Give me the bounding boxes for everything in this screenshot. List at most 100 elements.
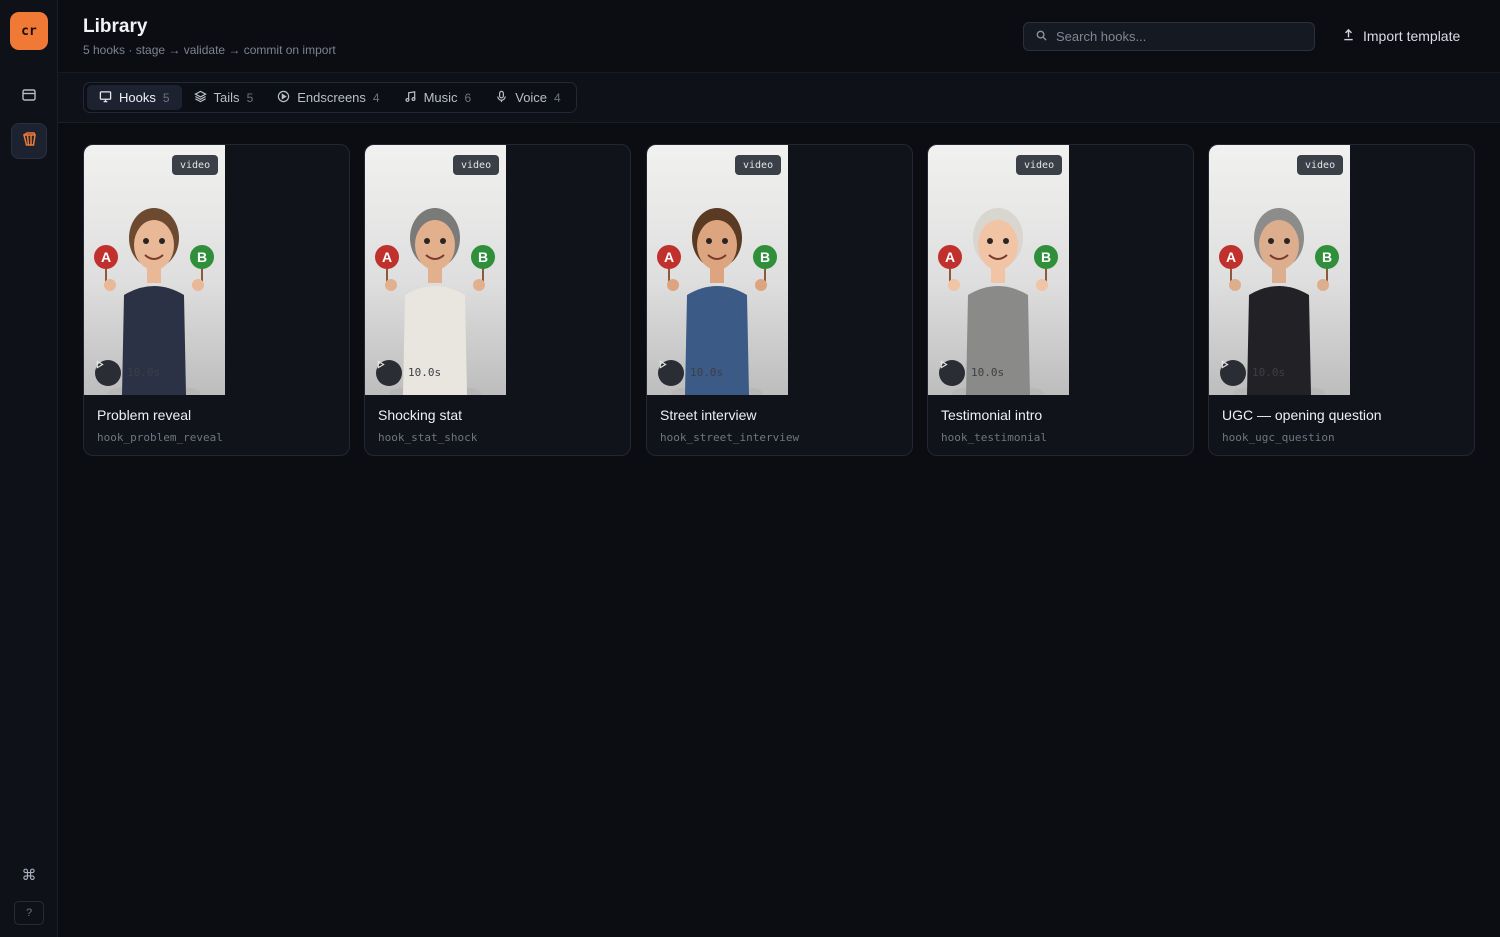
face	[1259, 220, 1299, 270]
card-id: hook_ugc_question	[1222, 431, 1335, 444]
card-id: hook_testimonial	[941, 431, 1047, 444]
right-eye	[1284, 238, 1290, 244]
sign-b-letter: B	[760, 249, 770, 265]
character-illustration: AB	[94, 208, 214, 395]
search-icon	[1036, 28, 1047, 46]
duration-label: 10.0s	[690, 366, 724, 379]
sign-a-letter: A	[382, 249, 392, 265]
tab-label: Hooks	[119, 90, 156, 105]
tab-hooks[interactable]: Hooks 5	[87, 85, 182, 110]
card-title: Problem reveal	[97, 407, 192, 423]
hook-card[interactable]: AB video 10.0s Problem reveal hook_probl…	[83, 144, 350, 456]
right-hand	[1036, 279, 1048, 291]
tab-count: 6	[464, 90, 472, 105]
command-palette-button[interactable]: ⌘	[14, 864, 44, 886]
duration-label: 10.0s	[1252, 366, 1286, 379]
face	[978, 220, 1018, 270]
play-icon	[940, 360, 948, 369]
right-eye	[159, 238, 165, 244]
left-eye	[143, 238, 149, 244]
sidebar-item-library[interactable]	[11, 123, 47, 159]
help-button[interactable]: ?	[14, 901, 44, 925]
import-template-label: Import template	[1363, 28, 1461, 44]
upload-icon	[1342, 28, 1355, 44]
app-window: cr ⌘ ? Library 5 hooks · stage → validat…	[0, 0, 1500, 937]
right-hand	[473, 279, 485, 291]
inbox-icon	[21, 87, 37, 108]
play-button[interactable]	[939, 360, 965, 386]
sign-a-letter: A	[945, 249, 955, 265]
sign-b-letter: B	[1041, 249, 1051, 265]
hook-card[interactable]: AB video 10.0s UGC — opening question ho…	[1208, 144, 1475, 456]
left-hand	[104, 279, 116, 291]
category-tabs: Hooks 5 Tails 5 Endscreens 4 Music 6 Voi…	[83, 82, 577, 113]
left-eye	[706, 238, 712, 244]
play-button[interactable]	[658, 360, 684, 386]
sign-b-letter: B	[478, 249, 488, 265]
card-title: Shocking stat	[378, 407, 463, 423]
video-thumbnail[interactable]: AB video 10.0s	[84, 145, 225, 395]
library-icon	[21, 131, 37, 152]
right-eye	[722, 238, 728, 244]
media-type-badge: video	[453, 155, 500, 175]
media-type-badge: video	[1016, 155, 1063, 175]
tab-endscreens[interactable]: Endscreens 4	[265, 85, 391, 110]
card-title: UGC — opening question	[1222, 407, 1382, 423]
media-type-badge: video	[1297, 155, 1344, 175]
video-thumbnail[interactable]: AB video 10.0s	[1209, 145, 1350, 395]
microphone-icon	[495, 90, 508, 106]
tab-count: 5	[246, 90, 254, 105]
play-button[interactable]	[95, 360, 121, 386]
tab-voice[interactable]: Voice 4	[483, 85, 573, 110]
sign-a-letter: A	[101, 249, 111, 265]
card-title: Testimonial intro	[941, 407, 1043, 423]
sign-b-letter: B	[197, 249, 207, 265]
tabs-bar: Hooks 5 Tails 5 Endscreens 4 Music 6 Voi…	[58, 73, 1500, 123]
play-button[interactable]	[376, 360, 402, 386]
video-thumbnail[interactable]: AB video 10.0s	[928, 145, 1069, 395]
left-eye	[424, 238, 430, 244]
tab-count: 4	[372, 90, 380, 105]
search-box[interactable]	[1023, 22, 1315, 51]
card-id: hook_problem_reveal	[97, 431, 223, 444]
hook-card[interactable]: AB video 10.0s Shocking stat hook_stat_s…	[364, 144, 631, 456]
duration-label: 10.0s	[408, 366, 442, 379]
video-thumbnail[interactable]: AB video 10.0s	[647, 145, 788, 395]
right-eye	[1003, 238, 1009, 244]
sign-a-letter: A	[664, 249, 674, 265]
right-eye	[440, 238, 446, 244]
duration-label: 10.0s	[127, 366, 161, 379]
media-type-badge: video	[172, 155, 219, 175]
monitor-icon	[99, 90, 112, 106]
character-illustration: AB	[1219, 208, 1339, 395]
play-icon	[1221, 360, 1229, 369]
play-circle-icon	[277, 90, 290, 106]
video-thumbnail[interactable]: AB video 10.0s	[365, 145, 506, 395]
hook-card[interactable]: AB video 10.0s Street interview hook_str…	[646, 144, 913, 456]
left-eye	[1268, 238, 1274, 244]
app-logo[interactable]: cr	[10, 12, 48, 50]
sidebar: cr ⌘ ?	[0, 0, 58, 937]
page-header: Library 5 hooks · stage → validate → com…	[58, 0, 1500, 73]
character-illustration: AB	[657, 208, 777, 395]
character-illustration: AB	[938, 208, 1058, 395]
right-hand	[192, 279, 204, 291]
left-hand	[1229, 279, 1241, 291]
left-eye	[987, 238, 993, 244]
import-template-button[interactable]: Import template	[1338, 22, 1464, 50]
tab-label: Tails	[213, 90, 240, 105]
play-icon	[659, 360, 667, 369]
play-button[interactable]	[1220, 360, 1246, 386]
sidebar-item-inbox[interactable]	[11, 79, 47, 115]
left-hand	[667, 279, 679, 291]
page-title: Library	[83, 16, 148, 37]
command-icon: ⌘	[21, 867, 37, 884]
music-note-icon	[404, 90, 417, 106]
tab-label: Music	[423, 90, 458, 105]
tab-tails[interactable]: Tails 5	[182, 85, 266, 110]
tab-music[interactable]: Music 6	[392, 85, 484, 110]
character-illustration: AB	[375, 208, 495, 395]
sign-a-letter: A	[1226, 249, 1236, 265]
search-input[interactable]	[1056, 29, 1296, 44]
hook-card[interactable]: AB video 10.0s Testimonial intro hook_te…	[927, 144, 1194, 456]
